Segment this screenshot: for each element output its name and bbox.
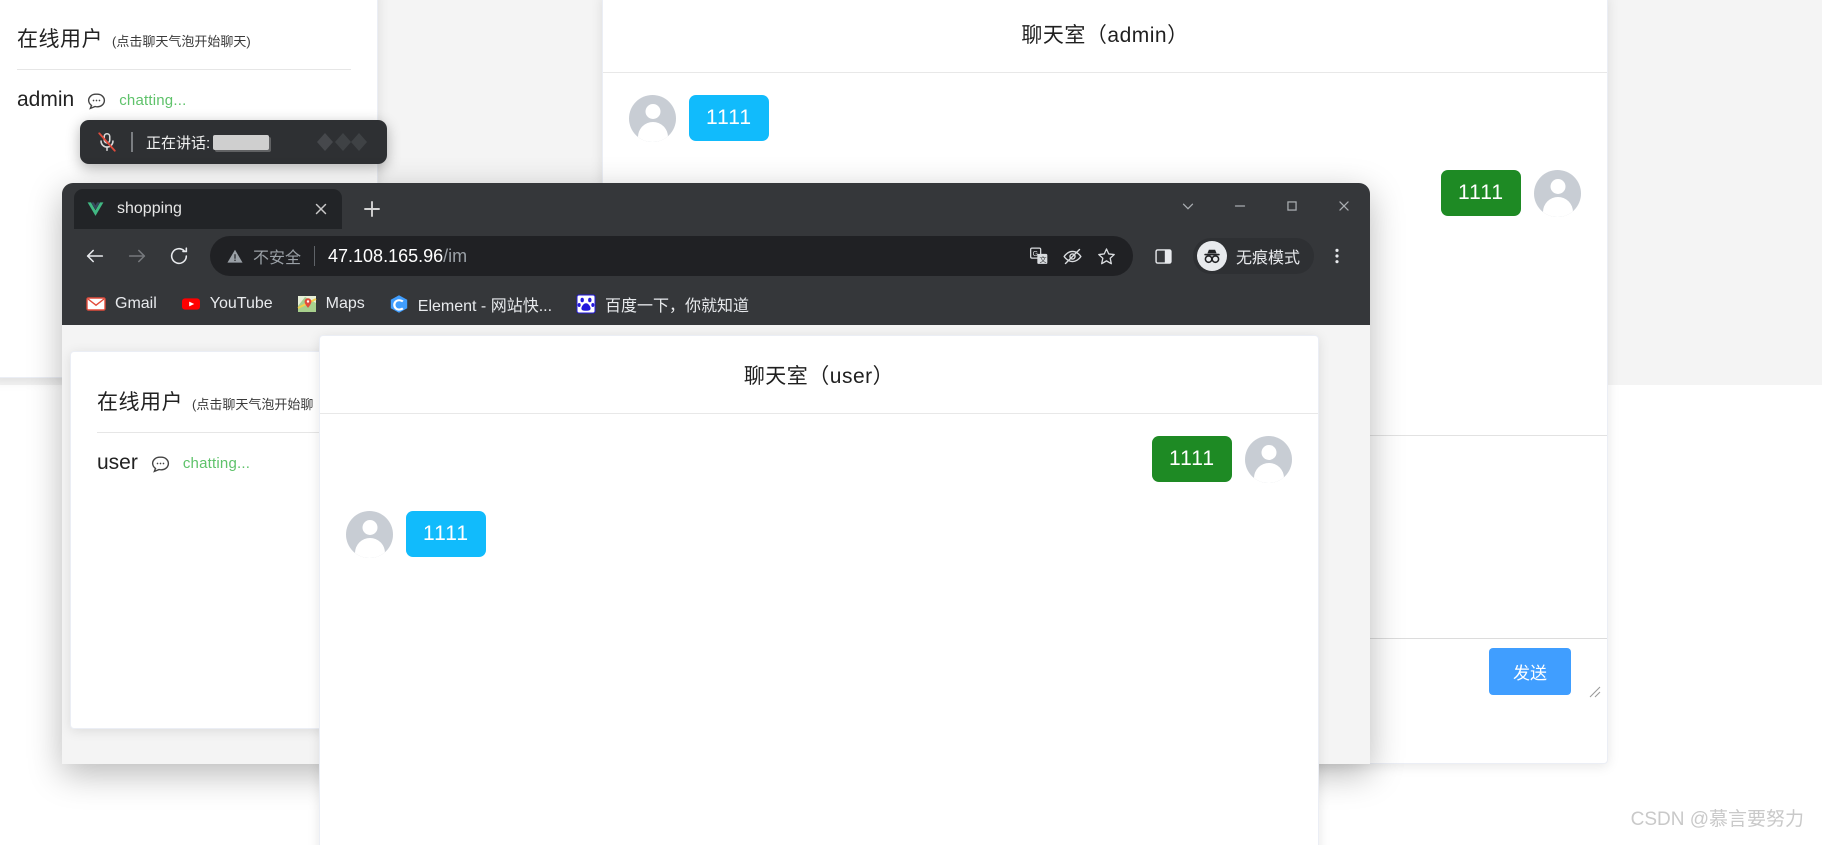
bookmark-label: Element - 网站快...: [417, 298, 553, 315]
message-bubble: 1111: [406, 511, 487, 558]
minimize-icon[interactable]: [1214, 183, 1266, 229]
youtube-icon: [181, 294, 201, 314]
textarea-resize-handle[interactable]: [1587, 684, 1601, 698]
avatar: [1534, 170, 1581, 217]
incognito-icon: [1196, 241, 1227, 271]
tab-title: shopping: [117, 200, 182, 217]
chevron-down-icon[interactable]: [1162, 183, 1214, 229]
address-bar[interactable]: 不安全 47.108.165.96/im G 文: [210, 236, 1133, 276]
message-bubble: 1111: [689, 95, 770, 142]
chat-room-title: 聊天室（admin）: [1021, 23, 1189, 47]
bookmark-label: 百度一下，你就知道: [605, 298, 750, 315]
speaking-label-text: 正在讲话:: [146, 134, 211, 152]
chat-message-list: 1111 1111: [320, 414, 1318, 845]
bookmark-label: Gmail: [115, 295, 157, 312]
svg-text:文: 文: [1039, 255, 1046, 264]
bookmark-youtube[interactable]: YouTube: [171, 289, 283, 319]
online-users-title: 在线用户: [17, 28, 103, 51]
user-chat-room-panel: 聊天室（user） 1111 1111: [319, 335, 1319, 845]
translate-icon[interactable]: G 文: [1023, 240, 1055, 272]
browser-toolbar: 不安全 47.108.165.96/im G 文 无痕模式: [62, 229, 1370, 283]
reload-icon[interactable]: [160, 237, 198, 275]
send-button[interactable]: 发送: [1489, 648, 1571, 695]
bookmark-element[interactable]: Element - 网站快...: [379, 287, 562, 321]
tab-strip: shopping: [62, 183, 1370, 229]
online-user-name: admin: [17, 88, 75, 111]
chat-message-outgoing: 1111: [346, 436, 1292, 483]
chat-room-title: 聊天室（user）: [743, 364, 895, 388]
window-controls: [1162, 183, 1370, 229]
avatar: [629, 95, 676, 142]
chat-room-header: 聊天室（admin）: [603, 0, 1607, 73]
divider: [314, 246, 316, 266]
redacted-name: [213, 134, 270, 150]
online-user-status: chatting...: [182, 454, 251, 472]
baidu-icon: [576, 294, 596, 314]
online-users-subtitle: (点击聊天气泡开始聊天): [112, 34, 251, 49]
bookmarks-bar: Gmail YouTube Maps Element - 网站快... 百度一下…: [62, 283, 1370, 325]
speaking-label: 正在讲话:: [146, 132, 270, 153]
bookmark-label: YouTube: [209, 295, 273, 312]
maximize-icon[interactable]: [1266, 183, 1318, 229]
chat-bubble-icon[interactable]: [86, 90, 107, 111]
avatar: [1245, 436, 1292, 483]
screen-root: 在线用户 (点击聊天气泡开始聊天) admin chatting... 聊天室（…: [0, 0, 1822, 845]
online-users-header: 在线用户 (点击聊天气泡开始聊天): [0, 0, 377, 53]
message-bubble: 1111: [1151, 436, 1232, 483]
warning-triangle-icon[interactable]: [226, 247, 244, 265]
chat-room-header: 聊天室（user）: [320, 336, 1318, 414]
forward-arrow-icon: [118, 237, 156, 275]
message-bubble: 1111: [1440, 170, 1521, 217]
back-arrow-icon[interactable]: [76, 237, 114, 275]
speaking-toast: 正在讲话:: [80, 120, 387, 164]
chat-message-incoming: 1111: [346, 511, 1292, 558]
url-text: 47.108.165.96/im: [328, 246, 467, 267]
omnibox-actions: G 文: [1023, 240, 1123, 272]
element-ui-icon: [389, 294, 409, 314]
gmail-icon: [86, 294, 106, 314]
close-icon[interactable]: [312, 200, 330, 218]
online-user-name: user: [97, 451, 138, 474]
watermark: CSDN @慕言要努力: [1630, 809, 1804, 830]
incognito-indicator[interactable]: 无痕模式: [1192, 238, 1314, 274]
url-host: 47.108.165.96: [328, 245, 444, 266]
security-label: 不安全: [253, 250, 302, 267]
bookmark-maps[interactable]: Maps: [287, 289, 375, 319]
new-tab-button[interactable]: [356, 193, 388, 225]
avatar: [346, 511, 393, 558]
bookmark-label: Maps: [325, 295, 365, 312]
online-users-subtitle: (点击聊天气泡开始聊: [192, 397, 314, 412]
vue-logo-icon: [86, 200, 105, 219]
brand-logo-icon: [309, 129, 371, 155]
eye-off-icon[interactable]: [1057, 240, 1089, 272]
bookmark-baidu[interactable]: 百度一下，你就知道: [566, 287, 759, 321]
chat-message-incoming: 1111: [629, 95, 1581, 142]
three-dot-menu-icon[interactable]: [1318, 237, 1356, 275]
bookmark-gmail[interactable]: Gmail: [76, 289, 167, 319]
online-user-row-admin[interactable]: admin chatting...: [0, 70, 377, 112]
bookmark-star-icon[interactable]: [1091, 240, 1123, 272]
close-window-icon[interactable]: [1318, 183, 1370, 229]
side-panel-icon[interactable]: [1145, 237, 1183, 275]
divider: [131, 132, 133, 152]
online-users-title: 在线用户: [97, 391, 183, 414]
google-maps-icon: [297, 294, 317, 314]
chat-bubble-icon[interactable]: [150, 453, 171, 474]
browser-tab-shopping[interactable]: shopping: [74, 189, 342, 229]
mic-muted-icon: [96, 131, 118, 153]
online-user-status: chatting...: [119, 91, 187, 109]
url-path: /im: [443, 245, 468, 266]
incognito-label: 无痕模式: [1235, 250, 1300, 267]
